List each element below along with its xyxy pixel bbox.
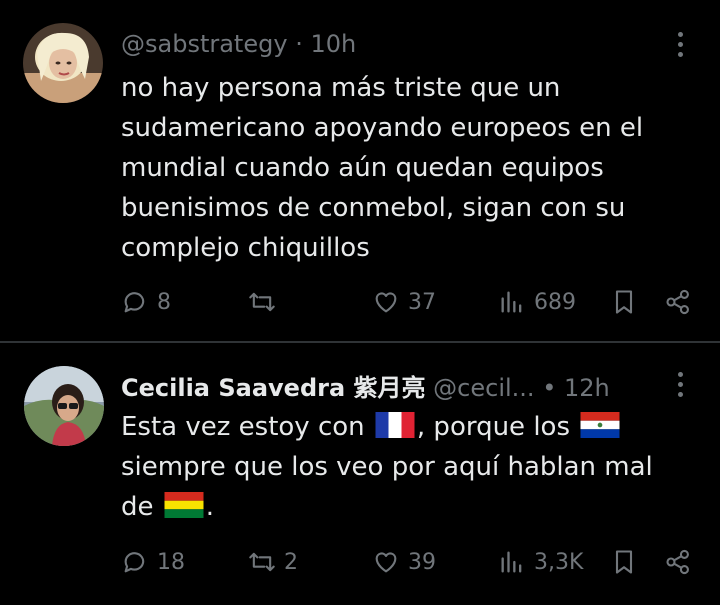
share-icon [664, 288, 692, 316]
tweet-text-line: no hay persona más triste que un [121, 73, 561, 103]
retweet-icon [248, 288, 276, 316]
retweet-count: 2 [284, 549, 298, 575]
more-icon[interactable] [678, 32, 686, 62]
bookmark-button[interactable] [610, 284, 638, 320]
handle[interactable]: @cecil... [433, 374, 534, 402]
heart-icon [372, 288, 400, 316]
reply-count: 18 [157, 549, 185, 575]
like-count: 39 [408, 549, 436, 575]
view-count: 689 [534, 289, 576, 315]
retweet-button[interactable] [248, 284, 284, 320]
tweet-actions: 8 37 689 [0, 284, 720, 320]
views-icon [498, 288, 526, 316]
flag-bolivia-icon [164, 492, 204, 518]
flag-paraguay-icon [580, 412, 620, 438]
reply-count: 8 [157, 289, 171, 315]
views-button[interactable]: 689 [498, 284, 576, 320]
bookmark-button[interactable] [610, 544, 638, 580]
like-button[interactable]: 39 [372, 544, 436, 580]
like-button[interactable]: 37 [372, 284, 436, 320]
tweet-header: @sabstrategy · 10h [121, 30, 356, 58]
tweet-text-line: buenisimos de conmebol, sigan con su [121, 193, 626, 223]
bookmark-icon [610, 288, 638, 316]
tweet-header: Cecilia Saavedra 紫月亮 @cecil... • 12h [121, 368, 610, 403]
tweet-text-line: Esta vez estoy con , porque los [121, 407, 701, 447]
text-fragment: . [205, 492, 215, 522]
display-name[interactable]: Cecilia Saavedra 紫月亮 [121, 374, 426, 402]
avatar[interactable] [24, 366, 104, 446]
divider [0, 341, 720, 343]
reply-button[interactable]: 8 [121, 284, 171, 320]
tweet-text: Esta vez estoy con , porque los siempre … [121, 407, 701, 527]
views-icon [498, 548, 526, 576]
share-icon [664, 548, 692, 576]
tweet-text: no hay persona más triste que un sudamer… [121, 68, 701, 268]
tweet-text-line: complejo chiquillos [121, 233, 370, 263]
text-fragment: Esta vez estoy con [121, 412, 365, 442]
separator: • [542, 374, 557, 402]
reply-icon [121, 548, 149, 576]
share-button[interactable] [664, 544, 692, 580]
tweet-text-line: de . [121, 487, 701, 527]
bookmark-icon [610, 548, 638, 576]
separator: · [295, 30, 303, 58]
tweet-1[interactable]: @sabstrategy · 10h no hay persona más tr… [0, 0, 720, 340]
handle[interactable]: @sabstrategy [121, 30, 288, 58]
text-fragment: , porque los [416, 412, 570, 442]
more-icon[interactable] [678, 372, 686, 402]
reply-button[interactable]: 18 [121, 544, 185, 580]
views-button[interactable]: 3,3K [498, 544, 583, 580]
tweet-text-line: sudamericano apoyando europeos en el [121, 113, 644, 143]
tweet-2[interactable]: Cecilia Saavedra 紫月亮 @cecil... • 12h Est… [0, 344, 720, 605]
retweet-button[interactable]: 2 [248, 544, 298, 580]
tweet-actions: 18 2 39 3,3K [0, 544, 720, 580]
heart-icon [372, 548, 400, 576]
flag-france-icon [375, 412, 415, 438]
share-button[interactable] [664, 284, 692, 320]
reply-icon [121, 288, 149, 316]
timestamp[interactable]: 10h [310, 30, 356, 58]
retweet-icon [248, 548, 276, 576]
avatar[interactable] [23, 23, 103, 103]
tweet-text-line: siempre que los veo por aquí hablan mal [121, 452, 653, 482]
view-count: 3,3K [534, 549, 584, 575]
timestamp[interactable]: 12h [564, 374, 610, 402]
tweet-text-line: mundial cuando aún quedan equipos [121, 153, 604, 183]
text-fragment: de [121, 492, 154, 522]
like-count: 37 [408, 289, 436, 315]
